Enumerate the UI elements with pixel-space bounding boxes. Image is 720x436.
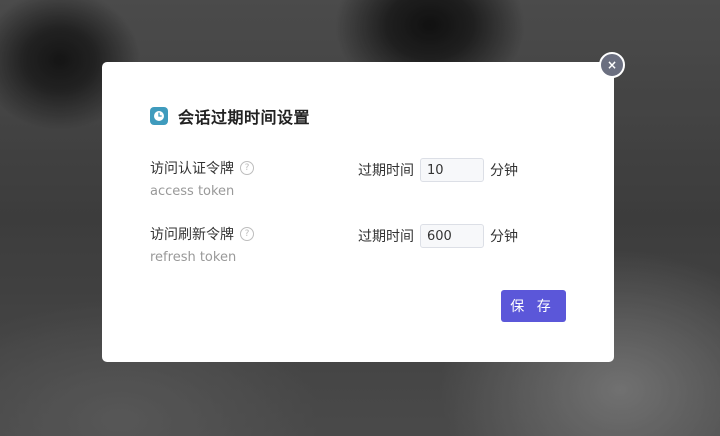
access-token-row: 访问认证令牌 ? access token 过期时间 分钟: [150, 158, 570, 208]
access-token-label: 访问认证令牌: [150, 161, 234, 177]
clock-icon: [150, 107, 168, 125]
access-token-expiry-input[interactable]: [420, 158, 484, 182]
refresh-token-row: 访问刷新令牌 ? refresh token 过期时间 分钟: [150, 224, 570, 274]
unit-minutes-label: 分钟: [490, 163, 518, 179]
access-token-expiry-group: 过期时间 分钟: [358, 158, 518, 182]
close-icon[interactable]: ×: [599, 52, 625, 78]
unit-minutes-label: 分钟: [490, 229, 518, 245]
expiry-time-label: 过期时间: [358, 163, 414, 179]
refresh-token-sublabel: refresh token: [150, 250, 237, 265]
help-icon[interactable]: ?: [240, 161, 254, 175]
dialog-title: 会话过期时间设置: [178, 108, 311, 127]
expiry-time-label: 过期时间: [358, 229, 414, 245]
refresh-token-expiry-input[interactable]: [420, 224, 484, 248]
dialog-header: 会话过期时间设置: [150, 104, 310, 128]
access-token-sublabel: access token: [150, 184, 235, 199]
help-icon[interactable]: ?: [240, 227, 254, 241]
save-button[interactable]: 保 存: [501, 290, 566, 322]
session-expiry-dialog: 会话过期时间设置 访问认证令牌 ? access token 过期时间 分钟 访…: [102, 62, 614, 362]
refresh-token-expiry-group: 过期时间 分钟: [358, 224, 518, 248]
refresh-token-label: 访问刷新令牌: [150, 227, 234, 243]
